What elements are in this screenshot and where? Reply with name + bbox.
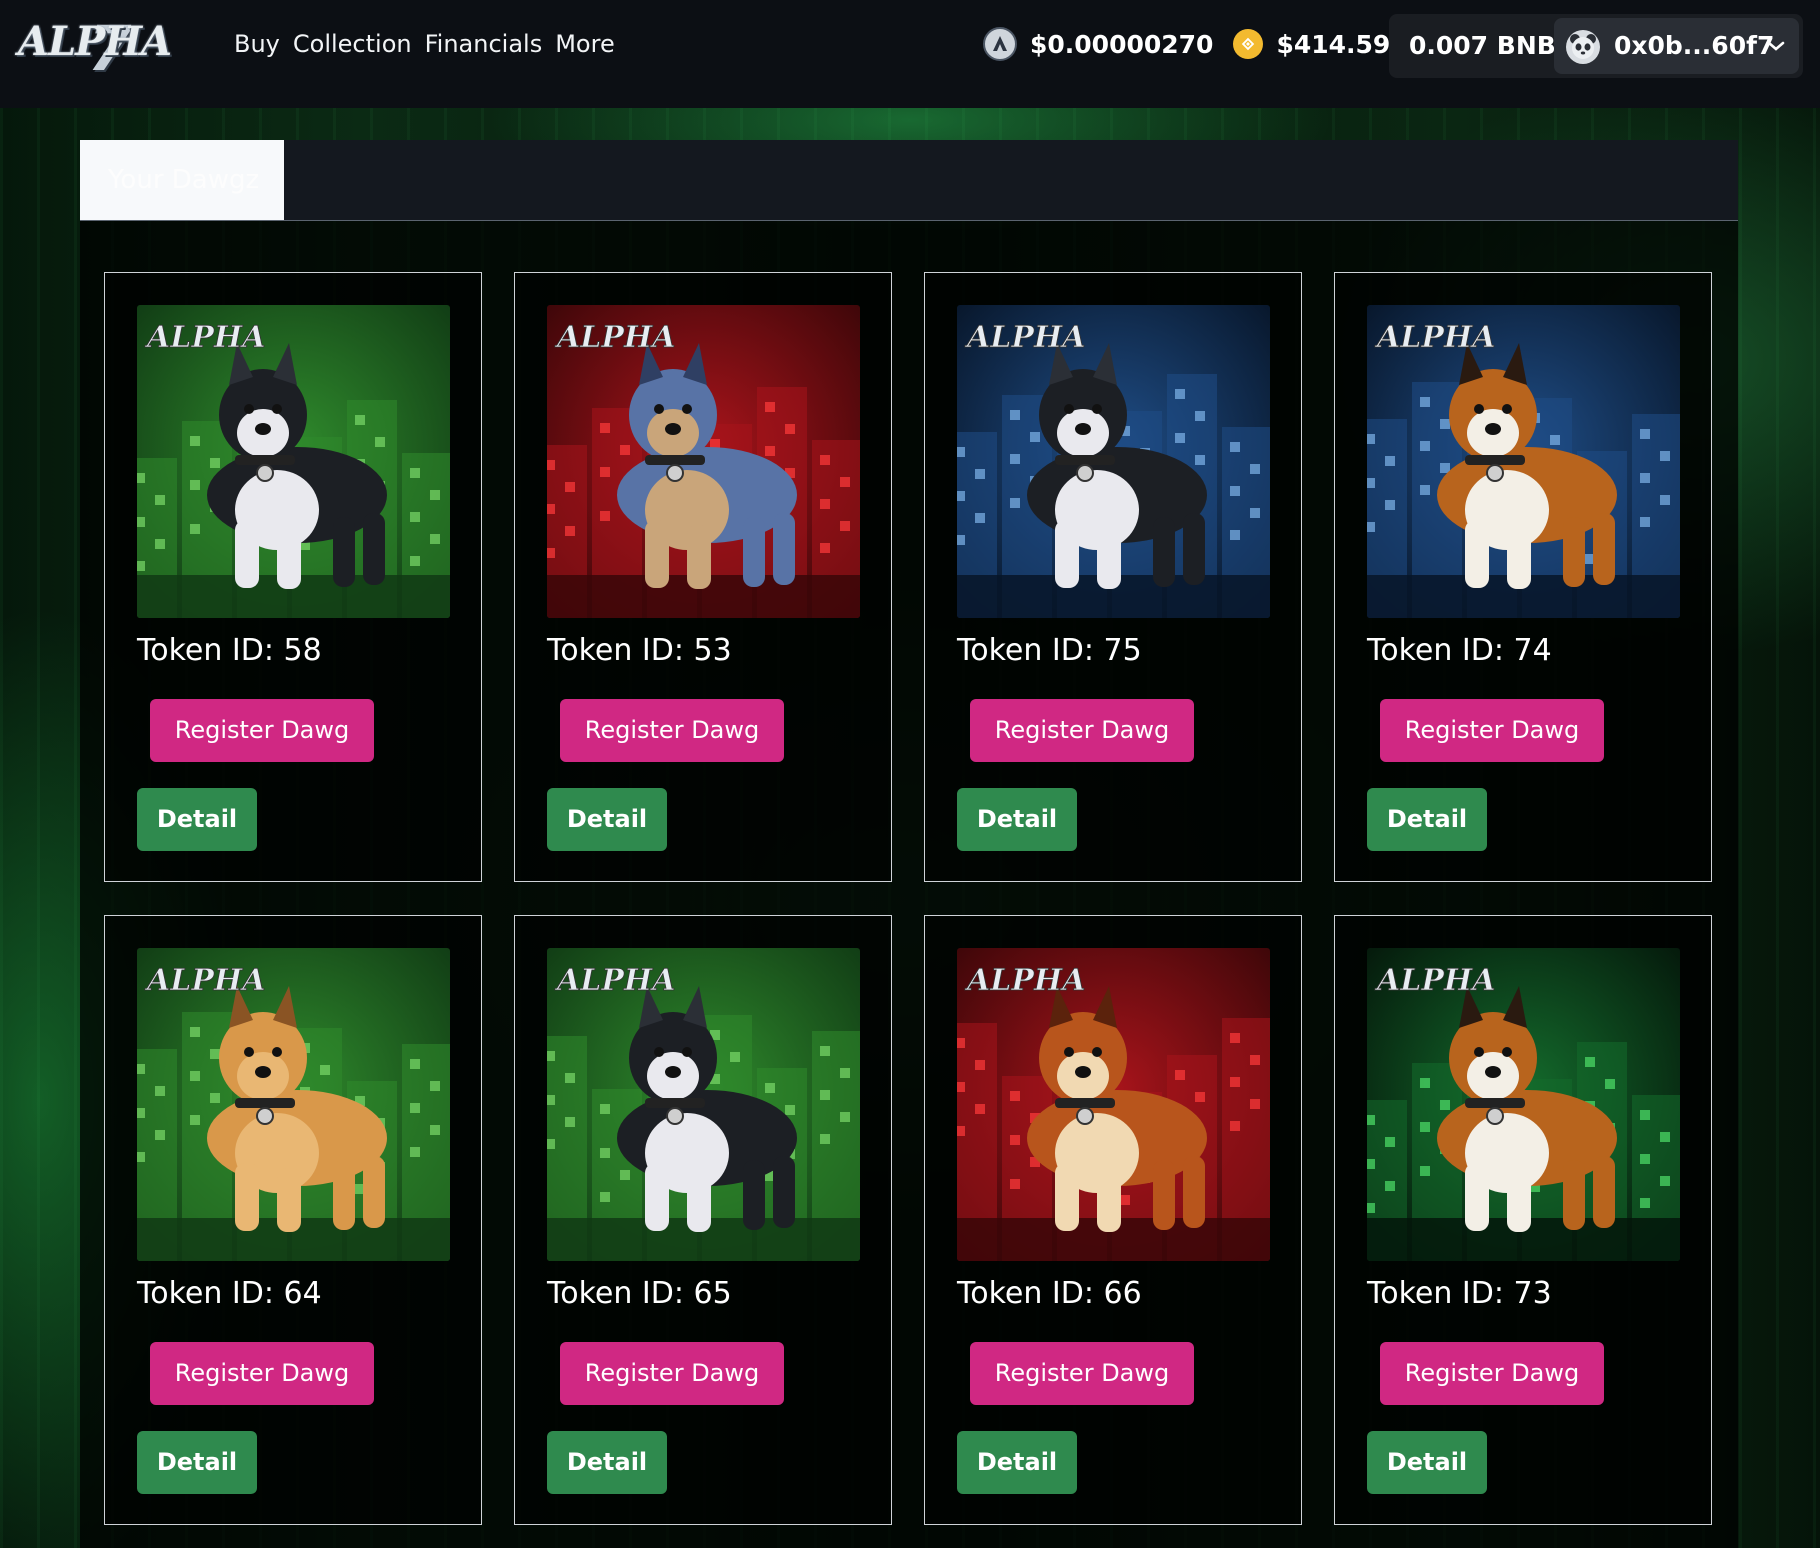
nft-card: ALPHA Token ID: 75 Register Dawg Detail	[924, 272, 1302, 882]
svg-text:ALPHA: ALPHA	[1374, 320, 1496, 355]
nft-card: ALPHA Token ID: 73 Register Dawg Detail	[1334, 915, 1712, 1525]
dawg-image[interactable]: ALPHA	[137, 305, 450, 618]
nft-card: ALPHA Token ID: 65 Register Dawg Detail	[514, 915, 892, 1525]
bnb-balance: 0.007 BNB	[1409, 31, 1556, 60]
svg-text:ALPHA: ALPHA	[964, 320, 1086, 355]
detail-button[interactable]: Detail	[957, 1431, 1077, 1494]
detail-button[interactable]: Detail	[1367, 1431, 1487, 1494]
nav-more[interactable]: More	[555, 30, 615, 58]
svg-text:ALPHA: ALPHA	[144, 320, 266, 355]
avatar-panda-icon	[1566, 30, 1600, 64]
dawg-image[interactable]: ALPHA	[137, 948, 450, 1261]
dawg-image[interactable]: ALPHA	[957, 305, 1270, 618]
nft-card: ALPHA Token ID: 58 Register Dawg Detail	[104, 272, 482, 882]
tab-your-dawgz[interactable]: Your Dawgz	[80, 140, 284, 220]
svg-text:ALPHA: ALPHA	[1374, 963, 1496, 998]
bnb-token-icon	[1233, 29, 1264, 59]
token-id: Token ID: 53	[547, 633, 732, 668]
register-dawg-button[interactable]: Register Dawg	[560, 1342, 784, 1405]
alpha-price: $0.00000270	[1030, 29, 1214, 59]
account-dropdown[interactable]: 0x0b...60f7	[1554, 18, 1799, 74]
dawg-image[interactable]: ALPHA	[547, 305, 860, 618]
token-id: Token ID: 58	[137, 633, 322, 668]
alpha7-logo[interactable]: 7 ALPHA	[18, 10, 172, 85]
token-id: Token ID: 73	[1367, 1276, 1552, 1311]
nav-collection[interactable]: Collection	[293, 30, 412, 58]
nft-card: ALPHA Token ID: 53 Register Dawg Detail	[514, 272, 892, 882]
nav-financials[interactable]: Financials	[425, 30, 543, 58]
register-dawg-button[interactable]: Register Dawg	[970, 1342, 1194, 1405]
register-dawg-button[interactable]: Register Dawg	[150, 1342, 374, 1405]
nft-card: ALPHA Token ID: 64 Register Dawg Detail	[104, 915, 482, 1525]
detail-button[interactable]: Detail	[547, 1431, 667, 1494]
register-dawg-button[interactable]: Register Dawg	[560, 699, 784, 762]
main-nav: Buy Collection Financials More	[234, 30, 615, 58]
top-navbar: 7 ALPHA Buy Collection Financials More $…	[0, 0, 1820, 108]
token-prices: $0.00000270 $414.59	[983, 27, 1390, 61]
token-id: Token ID: 65	[547, 1276, 732, 1311]
main-panel: Your Dawgz ALPHA Token ID: 58 Register Daw…	[80, 140, 1738, 1548]
wallet-widget: 0.007 BNB 0x0b...60f7	[1389, 14, 1803, 78]
dawg-image[interactable]: ALPHA	[1367, 948, 1680, 1261]
register-dawg-button[interactable]: Register Dawg	[1380, 699, 1604, 762]
detail-button[interactable]: Detail	[137, 788, 257, 851]
register-dawg-button[interactable]: Register Dawg	[1380, 1342, 1604, 1405]
token-id: Token ID: 74	[1367, 633, 1552, 668]
dawg-image[interactable]: ALPHA	[547, 948, 860, 1261]
logo-text: ALPHA	[18, 18, 172, 65]
svg-text:ALPHA: ALPHA	[964, 963, 1086, 998]
detail-button[interactable]: Detail	[547, 788, 667, 851]
svg-text:ALPHA: ALPHA	[554, 963, 676, 998]
token-id: Token ID: 75	[957, 633, 1142, 668]
dawg-image[interactable]: ALPHA	[957, 948, 1270, 1261]
register-dawg-button[interactable]: Register Dawg	[150, 699, 374, 762]
detail-button[interactable]: Detail	[137, 1431, 257, 1494]
alpha7-token-icon	[983, 27, 1017, 61]
detail-button[interactable]: Detail	[1367, 788, 1487, 851]
svg-text:ALPHA: ALPHA	[554, 320, 676, 355]
dawg-image[interactable]: ALPHA	[1367, 305, 1680, 618]
token-id: Token ID: 66	[957, 1276, 1142, 1311]
bnb-price: $414.59	[1276, 29, 1391, 59]
nav-buy[interactable]: Buy	[234, 30, 280, 58]
nft-card: ALPHA Token ID: 66 Register Dawg Detail	[924, 915, 1302, 1525]
chevron-down-icon	[1767, 41, 1785, 51]
nft-card: ALPHA Token ID: 74 Register Dawg Detail	[1334, 272, 1712, 882]
register-dawg-button[interactable]: Register Dawg	[970, 699, 1194, 762]
svg-text:ALPHA: ALPHA	[144, 963, 266, 998]
detail-button[interactable]: Detail	[957, 788, 1077, 851]
wallet-address: 0x0b...60f7	[1614, 31, 1775, 60]
tab-bar: Your Dawgz	[80, 140, 1738, 221]
token-id: Token ID: 64	[137, 1276, 322, 1311]
